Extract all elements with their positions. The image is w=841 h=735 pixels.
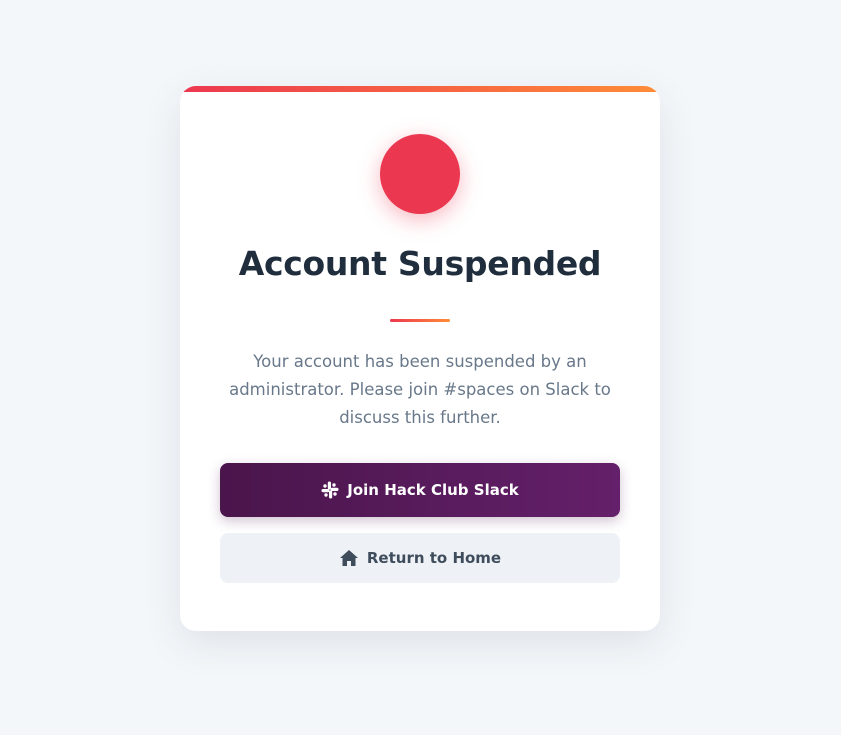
- join-slack-button[interactable]: Join Hack Club Slack: [220, 463, 620, 517]
- status-circle-icon: [380, 134, 460, 214]
- return-home-label: Return to Home: [366, 549, 502, 567]
- suspension-card: Account Suspended Your account has been …: [180, 86, 660, 631]
- join-slack-label: Join Hack Club Slack: [347, 481, 519, 499]
- slack-icon: [321, 481, 339, 499]
- return-home-button[interactable]: Return to Home: [220, 533, 620, 583]
- page-title: Account Suspended: [238, 244, 602, 283]
- home-icon: [339, 549, 359, 567]
- title-divider: [390, 319, 450, 322]
- suspension-message: Your account has been suspended by an ad…: [229, 352, 611, 427]
- card-accent-bar: [180, 86, 660, 92]
